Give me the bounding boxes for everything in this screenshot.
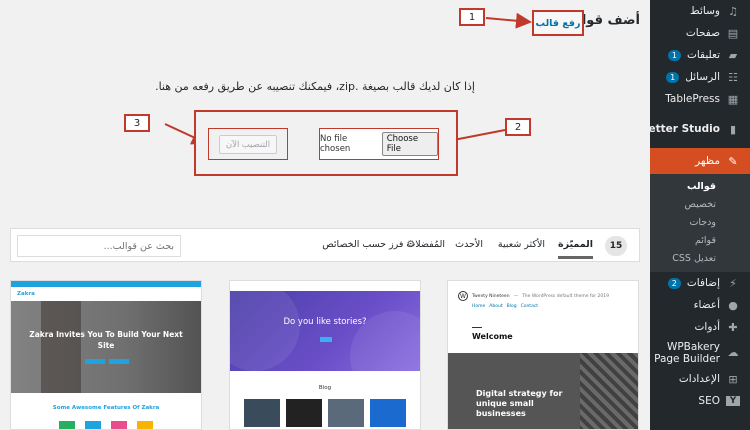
sidebar-item-label: الإعدادات bbox=[678, 373, 720, 385]
sidebar-item-tools[interactable]: ✚ أدوات bbox=[650, 316, 750, 338]
sidebar-item-media[interactable]: ♫ وسائط bbox=[650, 0, 750, 22]
no-file-chosen-text: No file chosen bbox=[320, 134, 351, 154]
admin-sidebar: ♫ وسائط ▤ صفحات ▰ تعليقات 1 ☷ الرسائل 1 … bbox=[650, 0, 750, 430]
zakra-logo: Zakra bbox=[17, 291, 35, 297]
file-input[interactable]: No file chosen Choose File bbox=[319, 128, 439, 160]
callout-arrow-1 bbox=[485, 12, 532, 29]
theme-nav: Home About Blog Contact bbox=[472, 304, 539, 309]
sidebar-item-label: مظهر bbox=[695, 155, 720, 167]
sidebar-item-messages[interactable]: ☷ الرسائل 1 bbox=[650, 66, 750, 88]
sidebar-item-label: إضافات bbox=[686, 277, 720, 289]
theme-card-twenty-nineteen[interactable]: W Twenty Nineteen — The WordPress defaul… bbox=[447, 280, 639, 430]
sidebar-item-label: الرسائل bbox=[685, 71, 720, 83]
sidebar-item-label: أعضاء bbox=[693, 299, 720, 311]
plugins-count-badge: 2 bbox=[667, 277, 681, 289]
sidebar-item-label: أدوات bbox=[694, 321, 720, 333]
feature-filter-label: فرز حسب الخصائص bbox=[322, 239, 404, 250]
theme-preview-hero: Zakra Invites You To Build Your Next Sit… bbox=[11, 301, 201, 393]
gear-icon: ⚙ bbox=[406, 239, 415, 250]
callout-2: 2 bbox=[505, 118, 531, 136]
theme-preview-hero: Digital strategy for unique small busine… bbox=[448, 353, 638, 429]
messages-count-badge: 1 bbox=[666, 71, 680, 83]
theme-preview-hero: Do you like stories? bbox=[230, 291, 420, 371]
comments-count-badge: 1 bbox=[667, 49, 681, 61]
site-tagline: The WordPress default theme for 2019 bbox=[522, 293, 610, 299]
sidebar-item-label: WPBakery Page Builder bbox=[654, 341, 720, 365]
tab-feature-filter[interactable]: ⚙ فرز حسب الخصائص bbox=[322, 239, 415, 250]
install-now-wrapper: التنصيب الآن bbox=[208, 128, 288, 160]
callout-1: 1 bbox=[459, 8, 485, 26]
theme-filter-bar: 15 المميّزة الأكثر شعبية الأحدث المُفضلا… bbox=[10, 228, 640, 262]
theme-heading: Zakra Invites You To Build Your Next Sit… bbox=[29, 330, 183, 350]
messages-icon: ☷ bbox=[728, 70, 738, 84]
sidebar-item-appearance[interactable]: ✎ مظهر bbox=[650, 148, 750, 174]
sidebar-item-label: SEO bbox=[698, 395, 720, 407]
upload-info-text: إذا كان لديك قالب بصيغة .zip، فيمكنك تنص… bbox=[155, 80, 475, 93]
betterstudio-icon: ▮ bbox=[729, 122, 737, 136]
tools-icon: ✚ bbox=[728, 320, 738, 334]
hero-text: Digital strategy for unique small busine… bbox=[476, 389, 563, 418]
sidebar-item-settings[interactable]: ⊞ الإعدادات bbox=[650, 368, 750, 390]
sidebar-item-seo[interactable]: Y SEO bbox=[650, 390, 750, 412]
upload-theme-button[interactable]: رفع قالب bbox=[532, 10, 584, 36]
sidebar-item-label: صفحات bbox=[685, 27, 720, 39]
submenu-themes[interactable]: قوالب bbox=[650, 178, 750, 196]
sidebar-item-label: Better Studio bbox=[650, 123, 720, 135]
appearance-icon: ✎ bbox=[728, 154, 738, 168]
sidebar-item-label: TablePress bbox=[665, 93, 720, 105]
settings-icon: ⊞ bbox=[728, 372, 738, 386]
choose-file-button[interactable]: Choose File bbox=[381, 132, 438, 156]
plugins-icon: ⚡ bbox=[729, 276, 737, 290]
submenu-widgets[interactable]: ودجات bbox=[650, 214, 750, 232]
submenu-edit-css[interactable]: تعديل CSS bbox=[650, 250, 750, 268]
wpbakery-icon: ☁ bbox=[727, 346, 739, 359]
sidebar-item-wpbakery[interactable]: ☁ WPBakery Page Builder bbox=[650, 338, 750, 368]
tab-featured[interactable]: المميّزة bbox=[558, 239, 593, 259]
pages-icon: ▤ bbox=[727, 26, 739, 40]
theme-count-badge: 15 bbox=[605, 236, 627, 256]
submenu-customize[interactable]: تخصيص bbox=[650, 196, 750, 214]
tab-latest[interactable]: الأحدث bbox=[455, 239, 483, 250]
theme-section-title: Blog bbox=[318, 385, 332, 391]
theme-search-input[interactable] bbox=[17, 235, 181, 257]
appearance-submenu: قوالب تخصيص ودجات قوائم تعديل CSS bbox=[650, 174, 750, 272]
sidebar-item-tablepress[interactable]: ▦ TablePress bbox=[650, 88, 750, 110]
media-icon: ♫ bbox=[728, 4, 738, 18]
sidebar-item-users[interactable]: ● أعضاء bbox=[650, 294, 750, 316]
submenu-menus[interactable]: قوائم bbox=[650, 232, 750, 250]
theme-subheading: Some Awesome Features Of Zakra bbox=[52, 405, 160, 411]
install-now-button[interactable]: التنصيب الآن bbox=[218, 134, 278, 154]
sidebar-item-label: تعليقات bbox=[686, 49, 720, 61]
comments-icon: ▰ bbox=[728, 48, 738, 62]
theme-card-stories[interactable]: Do you like stories? Blog bbox=[229, 280, 421, 430]
sidebar-item-better-studio[interactable]: ▮ Better Studio bbox=[650, 118, 750, 140]
sidebar-item-plugins[interactable]: ⚡ إضافات 2 bbox=[650, 272, 750, 294]
sidebar-item-label: وسائط bbox=[690, 5, 720, 17]
tab-popular[interactable]: الأكثر شعبية bbox=[498, 239, 545, 250]
wordpress-logo-icon: W bbox=[458, 291, 468, 301]
sidebar-item-pages[interactable]: ▤ صفحات bbox=[650, 22, 750, 44]
sidebar-item-comments[interactable]: ▰ تعليقات 1 bbox=[650, 44, 750, 66]
welcome-heading: Welcome bbox=[472, 332, 513, 341]
theme-card-zakra[interactable]: Zakra Zakra Invites You To Build Your Ne… bbox=[10, 280, 202, 430]
users-icon: ● bbox=[728, 298, 738, 312]
table-icon: ▦ bbox=[727, 92, 739, 106]
callout-3: 3 bbox=[124, 114, 150, 132]
theme-heading: Do you like stories? bbox=[283, 317, 367, 327]
yoast-icon: Y bbox=[726, 396, 740, 406]
site-title: Twenty Nineteen bbox=[472, 293, 510, 299]
